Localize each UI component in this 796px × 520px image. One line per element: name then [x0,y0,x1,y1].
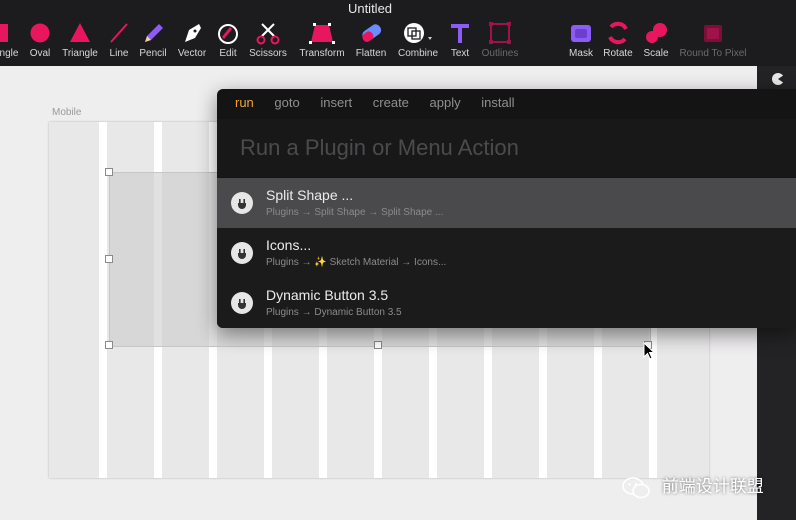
result-path: Plugins → Split Shape → Split Shape ... [266,207,444,218]
oval-tool[interactable]: Oval [26,20,54,64]
oval-icon [26,20,54,46]
tool-label: Round To Pixel [679,48,747,59]
transform-icon [294,20,350,46]
combine-tool[interactable]: Combine [395,20,441,64]
outlines-tool[interactable]: Outlines [478,20,522,64]
result-item[interactable]: Dynamic Button 3.5 Plugins → Dynamic But… [217,278,796,328]
line-tool[interactable]: Line [105,20,133,64]
artboard-label[interactable]: Mobile [52,107,81,118]
result-title: Split Shape ... [266,187,354,203]
tool-label: Outlines [481,48,519,59]
text-icon [446,20,474,46]
tab-create[interactable]: create [373,95,409,110]
resize-handle[interactable] [105,168,113,176]
edit-icon [213,20,243,46]
tool-label: Edit [219,48,237,59]
resize-handle[interactable] [105,341,113,349]
combine-icon [395,20,441,46]
tab-insert[interactable]: insert [320,95,352,110]
result-title: Dynamic Button 3.5 [266,287,389,303]
scale-tool[interactable]: Scale [639,20,673,64]
toolbar: Untitled ngle Oval Triangle Line Pencil [0,0,796,66]
tool-label: Vector [177,48,207,59]
result-item[interactable]: Icons... Plugins → ✨ Sketch Material → I… [217,228,796,278]
plugin-icon [231,242,253,264]
tool-label: Pencil [139,48,167,59]
tool-label: Transform [299,48,345,59]
tool-label: Flatten [355,48,387,59]
mask-icon [566,20,596,46]
flatten-tool[interactable]: Flatten [352,20,390,64]
tool-label: Text [450,48,470,59]
plugin-icon [231,292,253,314]
resize-handle[interactable] [105,255,113,263]
watermark-text: 前端设计联盟 [661,477,764,496]
edit-tool[interactable]: Edit [213,20,243,64]
tab-goto[interactable]: goto [274,95,299,110]
rectangle-icon [0,20,24,46]
flatten-icon [352,20,390,46]
mask-tool[interactable]: Mask [566,20,596,64]
wechat-icon [622,476,650,498]
result-title: Icons... [266,237,312,253]
tool-label: Scissors [249,48,287,59]
scissors-tool[interactable]: Scissors [246,20,290,64]
watermark: 前端设计联盟 [621,472,764,498]
mouse-cursor-icon [643,342,655,360]
tab-install[interactable]: install [481,95,514,110]
tool-label: Triangle [62,48,98,59]
result-path: Plugins → ✨ Sketch Material → Icons... [266,257,447,268]
tool-label: Combine [397,48,439,59]
vector-pen-icon [173,20,211,46]
tool-label: Mask [569,48,593,59]
round-to-pixel-tool[interactable]: Round To Pixel [675,20,751,64]
tool-label: Scale [643,48,669,59]
triangle-icon [58,20,102,46]
search-input[interactable] [238,132,782,164]
plugin-icon [231,192,253,214]
layout-column [49,122,99,478]
scale-icon [639,20,673,46]
pencil-icon [136,20,170,46]
line-icon [105,20,133,46]
resize-handle[interactable] [374,341,382,349]
tab-apply[interactable]: apply [430,95,461,110]
tool-label: Rotate [603,48,633,59]
tool-label: Oval [29,48,51,59]
rotate-icon [600,20,636,46]
triangle-tool[interactable]: Triangle [58,20,102,64]
runner-palette: run goto insert create apply install Spl… [217,89,796,328]
result-path: Plugins → Dynamic Button 3.5 [266,307,402,318]
transform-tool[interactable]: Transform [294,20,350,64]
runner-logo-icon [772,73,784,85]
document-title: Untitled [347,1,393,16]
outlines-icon [478,20,522,46]
result-item[interactable]: Split Shape ... Plugins → Split Shape → … [217,178,796,228]
tab-run[interactable]: run [235,95,254,110]
text-tool[interactable]: Text [446,20,474,64]
rectangle-tool[interactable]: ngle [0,20,24,64]
vector-tool[interactable]: Vector [173,20,211,64]
tool-label: Line [109,48,129,59]
search-bar [217,119,796,177]
scissors-icon [246,20,290,46]
rotate-tool[interactable]: Rotate [600,20,636,64]
runner-tabs: run goto insert create apply install [235,95,532,115]
tool-label: ngle [0,48,19,59]
round-to-pixel-icon [675,20,751,46]
pencil-tool[interactable]: Pencil [136,20,170,64]
